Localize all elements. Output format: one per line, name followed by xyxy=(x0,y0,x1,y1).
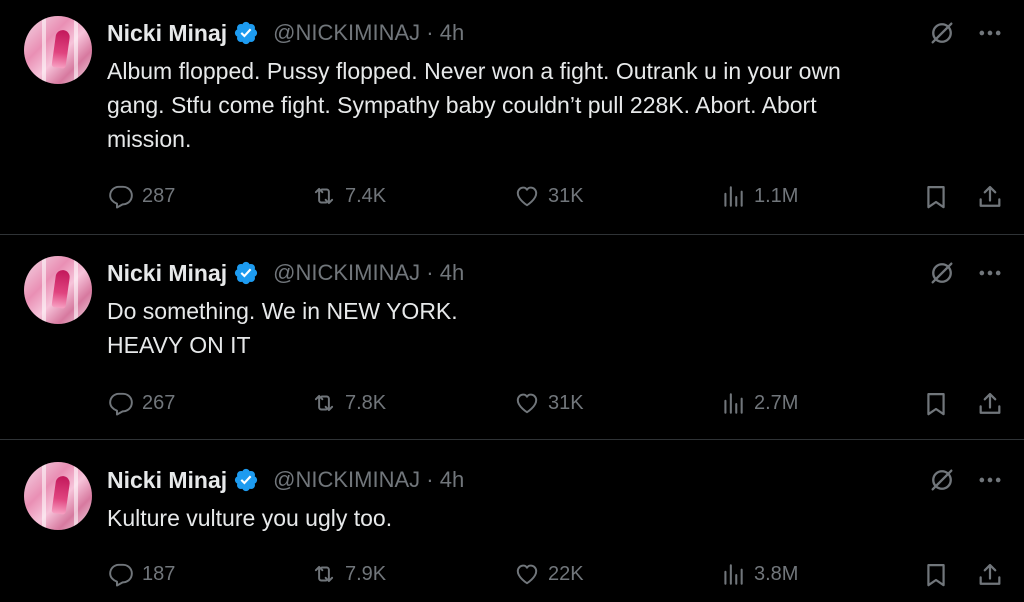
handle-and-time[interactable]: @NICKIMINAJ · 4h xyxy=(273,260,464,286)
author-name[interactable]: Nicki Minaj xyxy=(107,20,227,47)
views-bars-icon xyxy=(720,561,746,587)
views-bars-icon xyxy=(720,183,746,209)
like-button[interactable]: 22K xyxy=(514,559,584,589)
view-count: 2.7M xyxy=(754,391,799,414)
retweet-arrows-icon xyxy=(311,183,337,209)
views-button[interactable]: 1.1M xyxy=(720,181,798,211)
grok-icon[interactable] xyxy=(928,19,956,47)
tweet-header: Nicki Minaj @NICKIMINAJ · 4h xyxy=(107,465,464,495)
like-count: 22K xyxy=(548,562,584,585)
tweet-header: Nicki Minaj @NICKIMINAJ · 4h xyxy=(107,258,464,288)
view-count: 3.8M xyxy=(754,562,799,585)
share-upload-icon[interactable] xyxy=(976,183,1004,211)
grok-icon[interactable] xyxy=(928,259,956,287)
like-button[interactable]: 31K xyxy=(514,181,584,211)
reply-button[interactable]: 267 xyxy=(108,388,175,418)
heart-icon xyxy=(514,561,540,587)
reply-button[interactable]: 287 xyxy=(108,181,175,211)
reply-button[interactable]: 187 xyxy=(108,559,175,589)
view-count: 1.1M xyxy=(754,184,799,207)
author-name[interactable]: Nicki Minaj xyxy=(107,260,227,287)
verified-badge-icon xyxy=(233,20,259,46)
verified-badge-icon xyxy=(233,260,259,286)
retweet-count: 7.9K xyxy=(345,562,387,585)
retweet-button[interactable]: 7.4K xyxy=(311,181,386,211)
reply-bubble-icon xyxy=(108,390,134,416)
retweet-count: 7.8K xyxy=(345,391,387,414)
tweet-text: Kulture vulture you ugly too. xyxy=(107,505,393,531)
reply-count: 187 xyxy=(142,562,176,585)
avatar[interactable] xyxy=(24,16,92,84)
reply-bubble-icon xyxy=(108,183,134,209)
reply-count: 287 xyxy=(142,184,176,207)
tweet-text: Album flopped. Pussy flopped. Never won … xyxy=(107,58,841,152)
retweet-arrows-icon xyxy=(311,390,337,416)
more-dots-icon[interactable] xyxy=(976,19,1004,47)
retweet-button[interactable]: 7.9K xyxy=(311,559,386,589)
heart-icon xyxy=(514,390,540,416)
tweet[interactable]: Nicki Minaj @NICKIMINAJ · 4h Album flopp… xyxy=(0,0,1024,234)
retweet-count: 7.4K xyxy=(345,184,387,207)
tweet-text: Do something. We in NEW YORK. HEAVY ON I… xyxy=(107,298,458,358)
like-count: 31K xyxy=(548,391,584,414)
avatar[interactable] xyxy=(24,462,92,530)
reply-bubble-icon xyxy=(108,561,134,587)
like-count: 31K xyxy=(548,184,584,207)
share-upload-icon[interactable] xyxy=(976,390,1004,418)
views-bars-icon xyxy=(720,390,746,416)
heart-icon xyxy=(514,183,540,209)
share-upload-icon[interactable] xyxy=(976,561,1004,589)
more-dots-icon[interactable] xyxy=(976,259,1004,287)
bookmark-icon[interactable] xyxy=(922,561,950,589)
retweet-arrows-icon xyxy=(311,561,337,587)
author-name[interactable]: Nicki Minaj xyxy=(107,467,227,494)
like-button[interactable]: 31K xyxy=(514,388,584,418)
more-dots-icon[interactable] xyxy=(976,466,1004,494)
bookmark-icon[interactable] xyxy=(922,390,950,418)
tweet-header: Nicki Minaj @NICKIMINAJ · 4h xyxy=(107,18,464,48)
handle-and-time[interactable]: @NICKIMINAJ · 4h xyxy=(273,467,464,493)
retweet-button[interactable]: 7.8K xyxy=(311,388,386,418)
tweet[interactable]: Nicki Minaj @NICKIMINAJ · 4h Do somethin… xyxy=(0,235,1024,439)
tweet[interactable]: Nicki Minaj @NICKIMINAJ · 4h Kulture vul… xyxy=(0,440,1024,602)
views-button[interactable]: 3.8M xyxy=(720,559,798,589)
grok-icon[interactable] xyxy=(928,466,956,494)
reply-count: 267 xyxy=(142,391,176,414)
avatar[interactable] xyxy=(24,256,92,324)
bookmark-icon[interactable] xyxy=(922,183,950,211)
handle-and-time[interactable]: @NICKIMINAJ · 4h xyxy=(273,20,464,46)
views-button[interactable]: 2.7M xyxy=(720,388,798,418)
verified-badge-icon xyxy=(233,467,259,493)
